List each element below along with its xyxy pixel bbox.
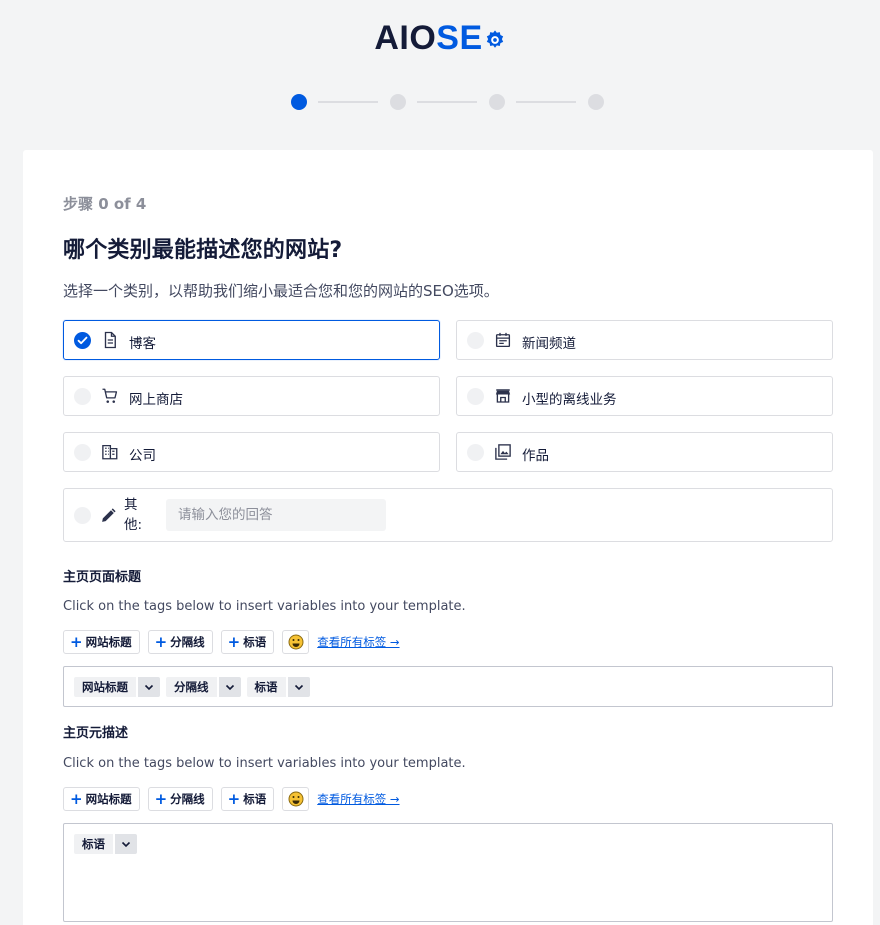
chevron-down-icon[interactable]	[218, 677, 241, 697]
category-label: 新闻频道	[522, 336, 576, 352]
plus-icon: +	[227, 789, 241, 808]
step-dot-4	[588, 94, 604, 110]
category-option-other[interactable]: 其他:	[63, 488, 833, 542]
tag-chip-separator[interactable]: 分隔线	[166, 677, 241, 697]
radio-unchecked[interactable]	[74, 388, 91, 405]
insert-tag-tagline-button[interactable]: + 标语	[220, 630, 275, 654]
plus-icon: +	[154, 789, 168, 808]
insert-tag-site-title-button[interactable]: + 网站标题	[63, 787, 140, 811]
radio-checked[interactable]	[74, 332, 91, 349]
chip-label: 标语	[74, 834, 113, 854]
chip-label: 网站标题	[74, 677, 136, 697]
building-icon	[102, 444, 118, 460]
tag-button-label: 网站标题	[85, 792, 132, 806]
pencil-icon	[102, 508, 116, 522]
other-answer-input[interactable]	[166, 499, 386, 531]
step-dot-1	[291, 94, 307, 110]
page-subtitle: 选择一个类别，以帮助我们缩小最适合您和您的网站的SEO选项。	[63, 282, 499, 300]
radio-unchecked[interactable]	[467, 388, 484, 405]
logo-text-aio: AIO	[374, 19, 437, 57]
category-option-news[interactable]: 新闻频道	[456, 320, 833, 360]
portfolio-icon	[495, 444, 511, 460]
homepage-desc-editor[interactable]: 标语	[63, 823, 833, 922]
plus-icon: +	[154, 632, 168, 651]
tag-button-label: 网站标题	[85, 635, 132, 649]
gear-icon	[486, 30, 503, 48]
progress-stepper	[291, 93, 611, 111]
check-icon	[77, 336, 88, 345]
insert-tag-site-title-button[interactable]: + 网站标题	[63, 630, 140, 654]
homepage-title-hint: Click on the tags below to insert variab…	[63, 599, 466, 614]
category-label: 小型的离线业务	[522, 392, 617, 408]
category-option-blog[interactable]: 博客	[63, 320, 440, 360]
homepage-desc-heading: 主页元描述	[63, 726, 129, 741]
plus-icon: +	[70, 789, 83, 808]
logo-text-seo: SE	[436, 19, 483, 57]
tag-chip-tagline[interactable]: 标语	[246, 677, 310, 697]
plus-icon: +	[70, 632, 83, 651]
calendar-icon	[495, 332, 511, 348]
other-label: 其他:	[124, 497, 143, 533]
step-label: 步骤 0 of 4	[63, 195, 147, 213]
plus-icon: +	[227, 632, 241, 651]
chevron-down-icon[interactable]	[138, 677, 160, 697]
step-connector	[318, 101, 378, 103]
storefront-icon	[495, 389, 511, 403]
tag-button-label: 标语	[243, 792, 267, 806]
chevron-down-icon[interactable]	[115, 834, 137, 854]
insert-tag-separator-button[interactable]: + 分隔线	[147, 630, 213, 654]
tag-button-label: 分隔线	[170, 792, 205, 806]
tag-button-label: 分隔线	[170, 635, 205, 649]
insert-tag-separator-button[interactable]: + 分隔线	[147, 787, 213, 811]
category-label: 网上商店	[129, 392, 183, 408]
category-label: 作品	[522, 448, 549, 464]
smiley-icon	[288, 791, 304, 807]
page-title: 哪个类别最能描述您的网站?	[63, 238, 343, 263]
homepage-desc-hint: Click on the tags below to insert variab…	[63, 756, 466, 771]
chip-label: 分隔线	[166, 677, 217, 697]
category-option-offline-business[interactable]: 小型的离线业务	[456, 376, 833, 416]
category-option-company[interactable]: 公司	[63, 432, 440, 472]
tag-chip-site-title[interactable]: 网站标题	[74, 677, 160, 697]
step-dot-3	[489, 94, 505, 110]
view-all-tags-link[interactable]: 查看所有标签 →	[317, 791, 399, 807]
category-label: 公司	[129, 448, 156, 464]
radio-unchecked[interactable]	[467, 332, 484, 349]
homepage-desc-tag-toolbar: + 网站标题 + 分隔线 + 标语 查看所有标签 →	[63, 787, 400, 811]
chip-label: 标语	[246, 677, 286, 697]
view-all-tags-link[interactable]: 查看所有标签 →	[317, 634, 399, 650]
step-dot-2	[390, 94, 406, 110]
emoji-picker-button[interactable]	[282, 630, 310, 654]
category-option-store[interactable]: 网上商店	[63, 376, 440, 416]
radio-unchecked[interactable]	[74, 507, 91, 524]
chevron-down-icon[interactable]	[287, 677, 310, 697]
tag-button-label: 标语	[243, 635, 267, 649]
aioseo-logo: AIOSE	[0, 18, 880, 58]
tag-chip-tagline[interactable]: 标语	[74, 834, 137, 854]
document-icon	[104, 331, 116, 349]
category-option-portfolio[interactable]: 作品	[456, 432, 833, 472]
homepage-title-heading: 主页页面标题	[63, 570, 142, 585]
insert-tag-tagline-button[interactable]: + 标语	[220, 787, 275, 811]
step-connector	[417, 101, 477, 103]
homepage-title-editor[interactable]: 网站标题 分隔线 标语	[63, 666, 833, 707]
category-label: 博客	[129, 336, 156, 352]
smiley-icon	[288, 634, 304, 650]
emoji-picker-button[interactable]	[282, 787, 310, 811]
radio-unchecked[interactable]	[467, 444, 484, 461]
radio-unchecked[interactable]	[74, 444, 91, 461]
cart-icon	[102, 388, 118, 403]
step-connector	[516, 101, 576, 103]
homepage-title-tag-toolbar: + 网站标题 + 分隔线 + 标语 查看所有标签 →	[63, 630, 400, 654]
